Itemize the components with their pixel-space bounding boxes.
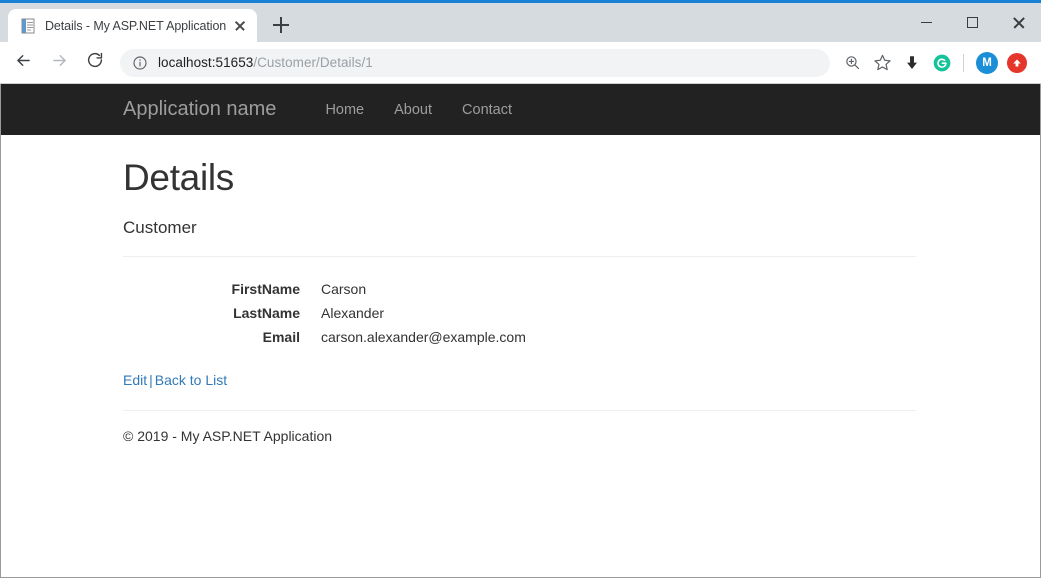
forward-button[interactable] bbox=[44, 48, 74, 78]
bookmark-star-icon[interactable] bbox=[868, 49, 896, 77]
navbar-brand[interactable]: Application name bbox=[123, 98, 276, 121]
details-label-firstname: FirstName bbox=[231, 281, 300, 298]
tab-strip: Details - My ASP.NET Application bbox=[0, 3, 1041, 42]
window-close-button[interactable] bbox=[995, 3, 1041, 42]
window-minimize-button[interactable] bbox=[903, 3, 949, 42]
nav-link-home[interactable]: Home bbox=[310, 102, 379, 118]
reload-icon bbox=[86, 51, 104, 74]
back-arrow-icon bbox=[14, 51, 33, 75]
back-to-list-link[interactable]: Back to List bbox=[155, 372, 227, 388]
new-tab-button[interactable] bbox=[267, 11, 295, 39]
nav-link-contact[interactable]: Contact bbox=[447, 102, 527, 118]
update-badge bbox=[1007, 52, 1027, 73]
page-viewport: Application name Home About Contact Deta… bbox=[0, 84, 1041, 578]
info-circle-icon[interactable] bbox=[132, 55, 148, 71]
details-row: FirstName Carson bbox=[123, 279, 916, 300]
browser-tab[interactable]: Details - My ASP.NET Application bbox=[8, 9, 258, 42]
forward-arrow-icon bbox=[50, 51, 69, 75]
details-value-lastname: Alexander bbox=[321, 305, 385, 322]
address-bar-url: localhost:51653/Customer/Details/1 bbox=[158, 55, 373, 70]
footer-divider bbox=[123, 410, 916, 412]
tab-close-icon[interactable] bbox=[232, 18, 248, 34]
details-label-email: Email bbox=[262, 329, 300, 346]
grammarly-icon[interactable] bbox=[928, 49, 956, 77]
back-button[interactable] bbox=[8, 48, 38, 78]
footer-copyright: © 2019 - My ASP.NET Application bbox=[123, 428, 333, 445]
details-label-lastname: LastName bbox=[233, 305, 300, 322]
window-maximize-button[interactable] bbox=[949, 3, 995, 42]
page-container: Details Customer FirstName Carson LastNa… bbox=[123, 135, 916, 444]
details-value-firstname: Carson bbox=[321, 281, 367, 298]
downloads-icon[interactable] bbox=[898, 49, 926, 77]
details-list: FirstName Carson LastName Alexander Emai… bbox=[123, 279, 916, 348]
window-controls bbox=[903, 3, 1041, 42]
page-icon bbox=[20, 18, 36, 34]
tab-title: Details - My ASP.NET Application bbox=[45, 18, 227, 33]
edit-link[interactable]: Edit bbox=[123, 372, 147, 388]
page-title: Details bbox=[123, 157, 234, 198]
zoom-icon[interactable] bbox=[838, 49, 866, 77]
page-footer: © 2019 - My ASP.NET Application bbox=[123, 410, 916, 444]
toolbar-divider bbox=[963, 53, 964, 72]
details-value-email: carson.alexander@example.com bbox=[321, 329, 526, 346]
nav-link-about[interactable]: About bbox=[379, 102, 447, 118]
action-links: Edit | Back to List bbox=[123, 372, 916, 388]
details-row: LastName Alexander bbox=[123, 303, 916, 324]
action-separator: | bbox=[149, 372, 153, 389]
update-icon[interactable] bbox=[1003, 49, 1031, 77]
minimize-icon bbox=[920, 21, 932, 24]
url-host: localhost:51653 bbox=[158, 55, 254, 70]
reload-button[interactable] bbox=[80, 48, 110, 78]
navbar-inner: Application name Home About Contact bbox=[123, 98, 916, 121]
browser-toolbar: localhost:51653/Customer/Details/1 M bbox=[0, 42, 1041, 84]
page-subtitle: Customer bbox=[123, 217, 197, 237]
avatar-initial: M bbox=[976, 51, 998, 74]
close-icon bbox=[1012, 16, 1025, 29]
address-bar[interactable]: localhost:51653/Customer/Details/1 bbox=[120, 48, 830, 77]
profile-avatar[interactable]: M bbox=[973, 49, 1001, 77]
browser-window: Details - My ASP.NET Application localho… bbox=[0, 0, 1041, 578]
site-navbar: Application name Home About Contact bbox=[1, 84, 1040, 135]
maximize-icon bbox=[966, 17, 978, 28]
details-row: Email carson.alexander@example.com bbox=[123, 327, 916, 348]
content-divider-top bbox=[123, 256, 916, 258]
url-path: /Customer/Details/1 bbox=[253, 55, 373, 70]
